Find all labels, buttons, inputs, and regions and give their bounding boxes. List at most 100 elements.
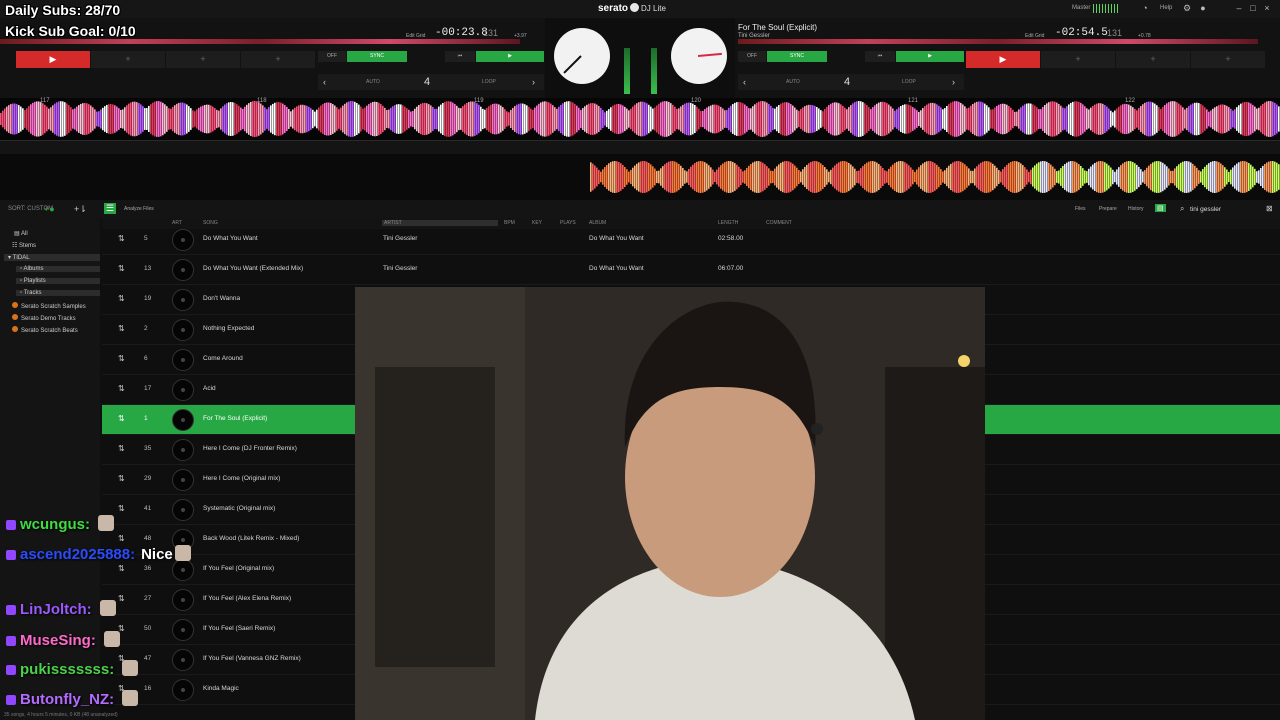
maximize-icon[interactable]: □ <box>1248 3 1258 13</box>
chat-username[interactable]: LinJoltch: <box>20 601 92 618</box>
chat-username[interactable]: ascend2025888: <box>20 546 135 563</box>
track-index: 50 <box>144 625 152 632</box>
cue-pad-1[interactable]: ▶ <box>966 51 1040 68</box>
drag-handle-icon[interactable]: ⇅ <box>118 384 125 393</box>
loop-prev-icon[interactable]: ‹ <box>743 74 746 90</box>
sidebar-item-scratch-beats[interactable]: Serato Scratch Beats <box>12 326 78 334</box>
deck-left-loop[interactable]: LOOP <box>482 74 496 90</box>
deck-right-sync-button[interactable]: SYNC <box>767 51 827 62</box>
loop-prev-icon[interactable]: ‹ <box>323 74 326 90</box>
emote-icon <box>103 631 120 647</box>
search-filter-icon[interactable]: ▤ <box>1155 204 1166 212</box>
deck-right-loop[interactable]: LOOP <box>902 74 916 90</box>
drag-handle-icon[interactable]: ⇅ <box>118 324 125 333</box>
loop-next-icon[interactable]: › <box>952 74 955 90</box>
deck-right-play-button[interactable]: ▶ <box>896 51 964 62</box>
cue-pad-3[interactable]: + <box>1116 51 1190 68</box>
cue-pad-4[interactable]: + <box>1191 51 1265 68</box>
crate-icon <box>12 314 18 320</box>
drag-handle-icon[interactable]: ⇅ <box>118 354 125 363</box>
secondary-waveform[interactable] <box>0 154 1280 200</box>
track-song: If You Feel (Alex Elena Remix) <box>203 595 292 602</box>
chat-username[interactable]: pukisssssss: <box>20 661 114 678</box>
track-index: 41 <box>144 505 152 512</box>
search-input[interactable]: tini gessler <box>1190 206 1221 213</box>
help-menu[interactable]: Help <box>1160 5 1172 11</box>
deck-right: For The Soul (Explicit) Tini Gessler -02… <box>735 18 1280 98</box>
deck-left-loop-size[interactable]: 4 <box>424 74 430 90</box>
track-row[interactable]: ⇅ 13 Do What You Want (Extended Mix) Tini G… <box>102 255 1280 285</box>
drag-handle-icon[interactable]: ⇅ <box>118 504 125 513</box>
settings-gear-icon[interactable]: ⚙ <box>1182 3 1192 13</box>
close-icon[interactable]: × <box>1262 3 1272 13</box>
album-art-icon <box>172 229 194 251</box>
track-index: 1 <box>144 415 148 422</box>
deck-left-platter[interactable] <box>554 28 610 84</box>
cue-pad-3[interactable]: + <box>166 51 240 68</box>
deck-left-play-button[interactable]: ▶ <box>476 51 544 62</box>
list-view-icon[interactable]: ☰ <box>104 203 117 214</box>
track-song: Systematic (Original mix) <box>203 505 276 512</box>
deck-left-edit-grid[interactable]: Edit Grid <box>406 33 425 39</box>
cue-pad-4[interactable]: + <box>241 51 315 68</box>
deck-right-bpm: 131 <box>1107 28 1123 38</box>
sidebar-item-stems[interactable]: ☷ Stems <box>12 242 36 249</box>
deck-right-platter[interactable] <box>671 28 727 84</box>
loop-next-icon[interactable]: › <box>532 74 535 90</box>
track-index: 5 <box>144 235 148 242</box>
deck-right-time: -02:54.5 <box>1055 27 1108 39</box>
chat-username[interactable]: Butonfly_NZ: <box>20 691 114 708</box>
drag-handle-icon[interactable]: ⇅ <box>118 474 125 483</box>
deck-left-off-button[interactable]: OFF <box>318 51 346 62</box>
drag-handle-icon[interactable]: ⇅ <box>118 264 125 273</box>
drag-handle-icon[interactable]: ⇅ <box>118 234 125 243</box>
chat-message: wcungus: <box>6 515 114 533</box>
sidebar-item-tidal[interactable]: ▾ TIDAL <box>4 254 100 261</box>
track-index: 29 <box>144 475 152 482</box>
files-tab[interactable]: Files <box>1075 206 1086 212</box>
sidebar-item-all[interactable]: ▤ All <box>14 230 28 237</box>
drag-handle-icon[interactable]: ⇅ <box>118 444 125 453</box>
deck-right-mini-waveform[interactable] <box>738 39 1258 44</box>
add-crate-icon[interactable]: +● <box>44 204 55 214</box>
deck-left-sync-button[interactable]: SYNC <box>347 51 407 62</box>
sidebar-item-demo-tracks[interactable]: Serato Demo Tracks <box>12 314 76 322</box>
track-index: 19 <box>144 295 152 302</box>
deck-right-loop-size[interactable]: 4 <box>844 74 850 90</box>
chat-username[interactable]: wcungus: <box>20 516 90 533</box>
prepare-tab[interactable]: Prepare <box>1099 206 1117 212</box>
deck-right-auto[interactable]: AUTO <box>786 74 800 90</box>
deck-left-mini-waveform[interactable] <box>0 39 520 44</box>
deck-right-off-button[interactable]: OFF <box>738 51 766 62</box>
drag-handle-icon[interactable]: ⇅ <box>118 534 125 543</box>
deck-right-cue-button[interactable]: ⏮ <box>865 51 895 62</box>
clear-search-icon[interactable]: ⊠ <box>1266 204 1273 213</box>
analyze-files-button[interactable]: Analyze Files <box>124 206 154 212</box>
drag-handle-icon[interactable]: ⇅ <box>118 294 125 303</box>
cue-pad-2[interactable]: + <box>1041 51 1115 68</box>
track-row[interactable]: ⇅ 5 Do What You Want Tini Gessler Do What Yo… <box>102 225 1280 255</box>
cue-pad-2[interactable]: + <box>91 51 165 68</box>
deck-right-edit-grid[interactable]: Edit Grid <box>1025 33 1044 39</box>
sidebar-item-scratch-samples[interactable]: Serato Scratch Samples <box>12 302 86 310</box>
history-tab[interactable]: History <box>1128 206 1144 212</box>
sidebar-item-tracks[interactable]: ▫ Tracks <box>16 290 100 296</box>
cue-pad-1[interactable]: ▶ <box>16 51 90 68</box>
deck-left-cue-button[interactable]: ⏮ <box>445 51 475 62</box>
album-art-icon <box>172 409 194 431</box>
drag-handle-icon[interactable]: ⇅ <box>118 564 125 573</box>
sidebar-item-playlists[interactable]: ▫ Playlists <box>16 278 100 284</box>
minimize-icon[interactable]: – <box>1234 3 1244 13</box>
drag-handle-icon[interactable]: ⇅ <box>118 594 125 603</box>
chat-username[interactable]: MuseSing: <box>20 632 96 649</box>
subscriber-badge-icon <box>6 665 16 675</box>
sidebar-item-albums[interactable]: ▫ Albums <box>16 266 100 272</box>
add-subcrate-icon[interactable]: +⇂ <box>74 204 87 215</box>
chat-message: Butonfly_NZ: <box>6 690 139 708</box>
account-icon[interactable]: ● <box>1198 3 1208 13</box>
drag-handle-icon[interactable]: ⇅ <box>118 414 125 423</box>
track-index: 36 <box>144 565 152 572</box>
album-art-icon <box>172 679 194 701</box>
sync-status-icon[interactable]: ◔ <box>1140 3 1150 13</box>
deck-left-auto[interactable]: AUTO <box>366 74 380 90</box>
